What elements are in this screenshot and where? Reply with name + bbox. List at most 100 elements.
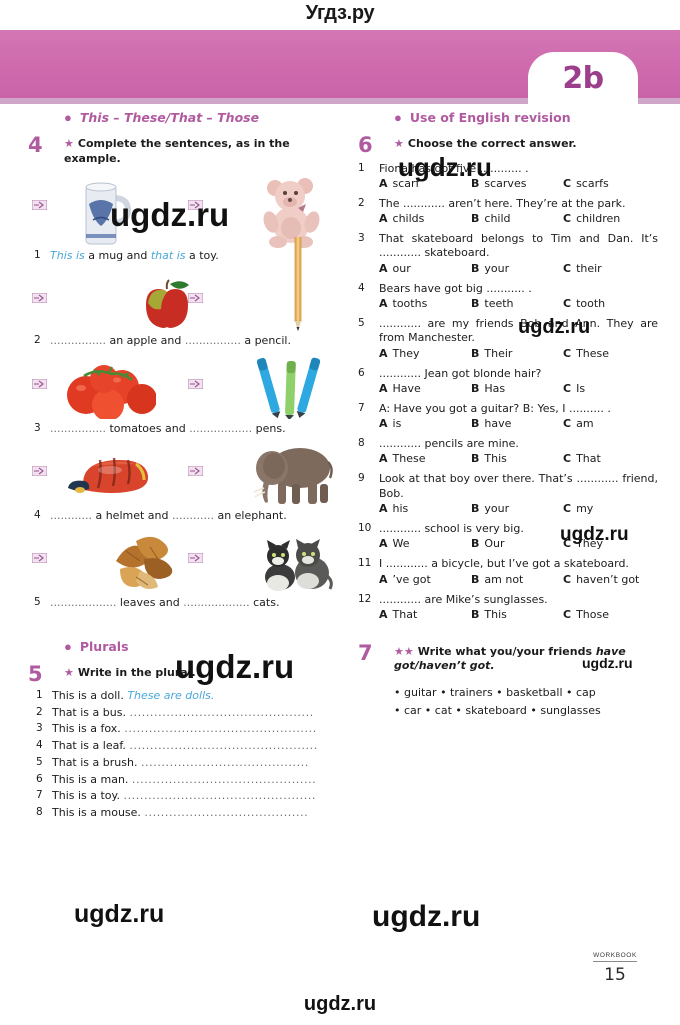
item-number: 3 [34,421,41,434]
option-text: am [576,417,594,431]
answer-blank[interactable]: ........................................… [132,773,316,786]
exercise-7-number: 7 [358,640,373,665]
topic-label: Use of English revision [409,110,571,125]
answer-blank[interactable]: ........................................… [124,722,317,735]
thumbnail-kittens [258,539,334,593]
option-c[interactable]: C They [563,537,603,550]
option-letter: B [471,297,480,310]
option-letter: C [563,261,572,275]
option-b[interactable]: Byour [471,262,563,275]
item-number: 2 [358,196,365,209]
star-icon: ★ [64,137,74,150]
option-b[interactable]: Bam not [471,573,563,586]
option-c[interactable]: C Those [563,608,609,621]
list-item: 6 This is a man. ........................… [34,772,346,789]
option-c[interactable]: Ctooth [563,297,605,310]
option-letter: A [379,452,388,466]
item-number: 2 [36,705,43,718]
option-a[interactable]: A That [379,608,471,621]
option-b[interactable]: B Their [471,347,563,360]
option-c[interactable]: Chaven’t got [563,573,639,586]
option-a[interactable]: Ais [379,417,471,430]
example-answer-2: that is [150,249,186,263]
picture-row [28,349,346,421]
answer-blank[interactable]: ........................................… [129,739,317,752]
option-b[interactable]: B Has [471,382,563,395]
sentence-item: 4............ a helmet and ............ … [28,509,346,523]
option-a[interactable]: A These [379,452,471,465]
answer-blank[interactable]: ........................................… [123,789,316,802]
option-a[interactable]: Ascarf [379,177,471,190]
option-text: your [484,502,510,516]
pointing-hand-icon [188,553,203,564]
option-b[interactable]: Bhave [471,417,563,430]
options-row: A Have B Has C Is [379,382,658,395]
option-c[interactable]: Ctheir [563,262,602,275]
exercise-6: 6 ★ Choose the correct answer. [358,133,658,157]
option-a[interactable]: Atooths [379,297,471,310]
sentence-text-b: a toy. [185,249,219,263]
prompt: This is a doll. [52,689,124,703]
pointing-hand-icon [32,553,47,564]
exercise-6-number: 6 [358,133,373,157]
option-a[interactable]: Achilds [379,212,471,225]
option-letter: A [379,381,388,395]
site-watermark-bottom: ugdz.ru [303,993,377,1015]
option-text: your [484,261,510,275]
option-c[interactable]: Cam [563,417,594,430]
thumbnail-mug [74,176,132,248]
bullet-icon: ● [64,638,72,654]
option-text: That [392,607,418,621]
site-watermark: ugdz.ru [74,900,165,928]
answer-blank[interactable]: ........................................… [129,706,313,719]
option-c[interactable]: C These [563,347,609,360]
option-text: my [576,502,594,516]
option-a[interactable]: A We [379,537,471,550]
exercise-5-number: 5 [28,661,43,686]
question-text: Look at that boy over there. That’s ....… [379,472,658,500]
list-item: 8 This is a mouse. ......................… [34,805,346,822]
option-c[interactable]: C Is [563,382,585,395]
answer-blank[interactable]: ........................................… [141,756,309,769]
item-number: 1 [358,161,365,174]
option-b[interactable]: B Our [471,537,563,550]
option-letter: A [379,572,388,586]
option-b[interactable]: Bchild [471,212,563,225]
question-text: Bears have got big ........... . [379,281,532,295]
bullet-icon: ● [394,110,402,125]
option-text: tooth [576,297,606,310]
option-text: scarves [484,176,527,190]
option-text: tooths [392,297,428,310]
option-a[interactable]: A Have [379,382,471,395]
list-item: 3 This is a fox. ........................… [34,721,346,738]
option-a[interactable]: Aour [379,262,471,275]
option-letter: B [471,452,480,466]
option-letter: A [379,297,388,310]
mc-question: 4 Bears have got big ........... . Atoot… [358,282,658,310]
option-letter: A [379,212,388,226]
option-c[interactable]: Cmy [563,502,593,515]
item-number: 8 [36,806,43,819]
option-b[interactable]: Byour [471,502,563,515]
option-c[interactable]: Cchildren [563,212,620,225]
answer-blank-b: ................ [184,334,241,348]
option-b[interactable]: B This [471,608,563,621]
answer-blank[interactable]: ........................................ [144,806,308,819]
mc-question: 3 That skateboard belongs to Tim and Dan… [358,232,658,275]
option-letter: B [471,381,480,395]
option-text: ’ve got [392,572,431,586]
option-b[interactable]: Bteeth [471,297,563,310]
option-b[interactable]: Bscarves [471,177,563,190]
option-a[interactable]: Ahis [379,502,471,515]
mc-question: 5 ............ are my friends Bob and An… [358,317,658,360]
option-a[interactable]: A They [379,347,471,360]
item-number: 5 [358,317,365,329]
thumbnail-autumn-leaves [106,531,184,593]
option-b[interactable]: B This [471,452,563,465]
option-text: They [576,537,604,551]
option-letter: C [563,452,572,466]
options-row: A They B Their C These [379,347,658,360]
option-c[interactable]: Cscarfs [563,177,609,190]
option-a[interactable]: A ’ve got [379,573,471,586]
option-c[interactable]: C That [563,452,601,465]
